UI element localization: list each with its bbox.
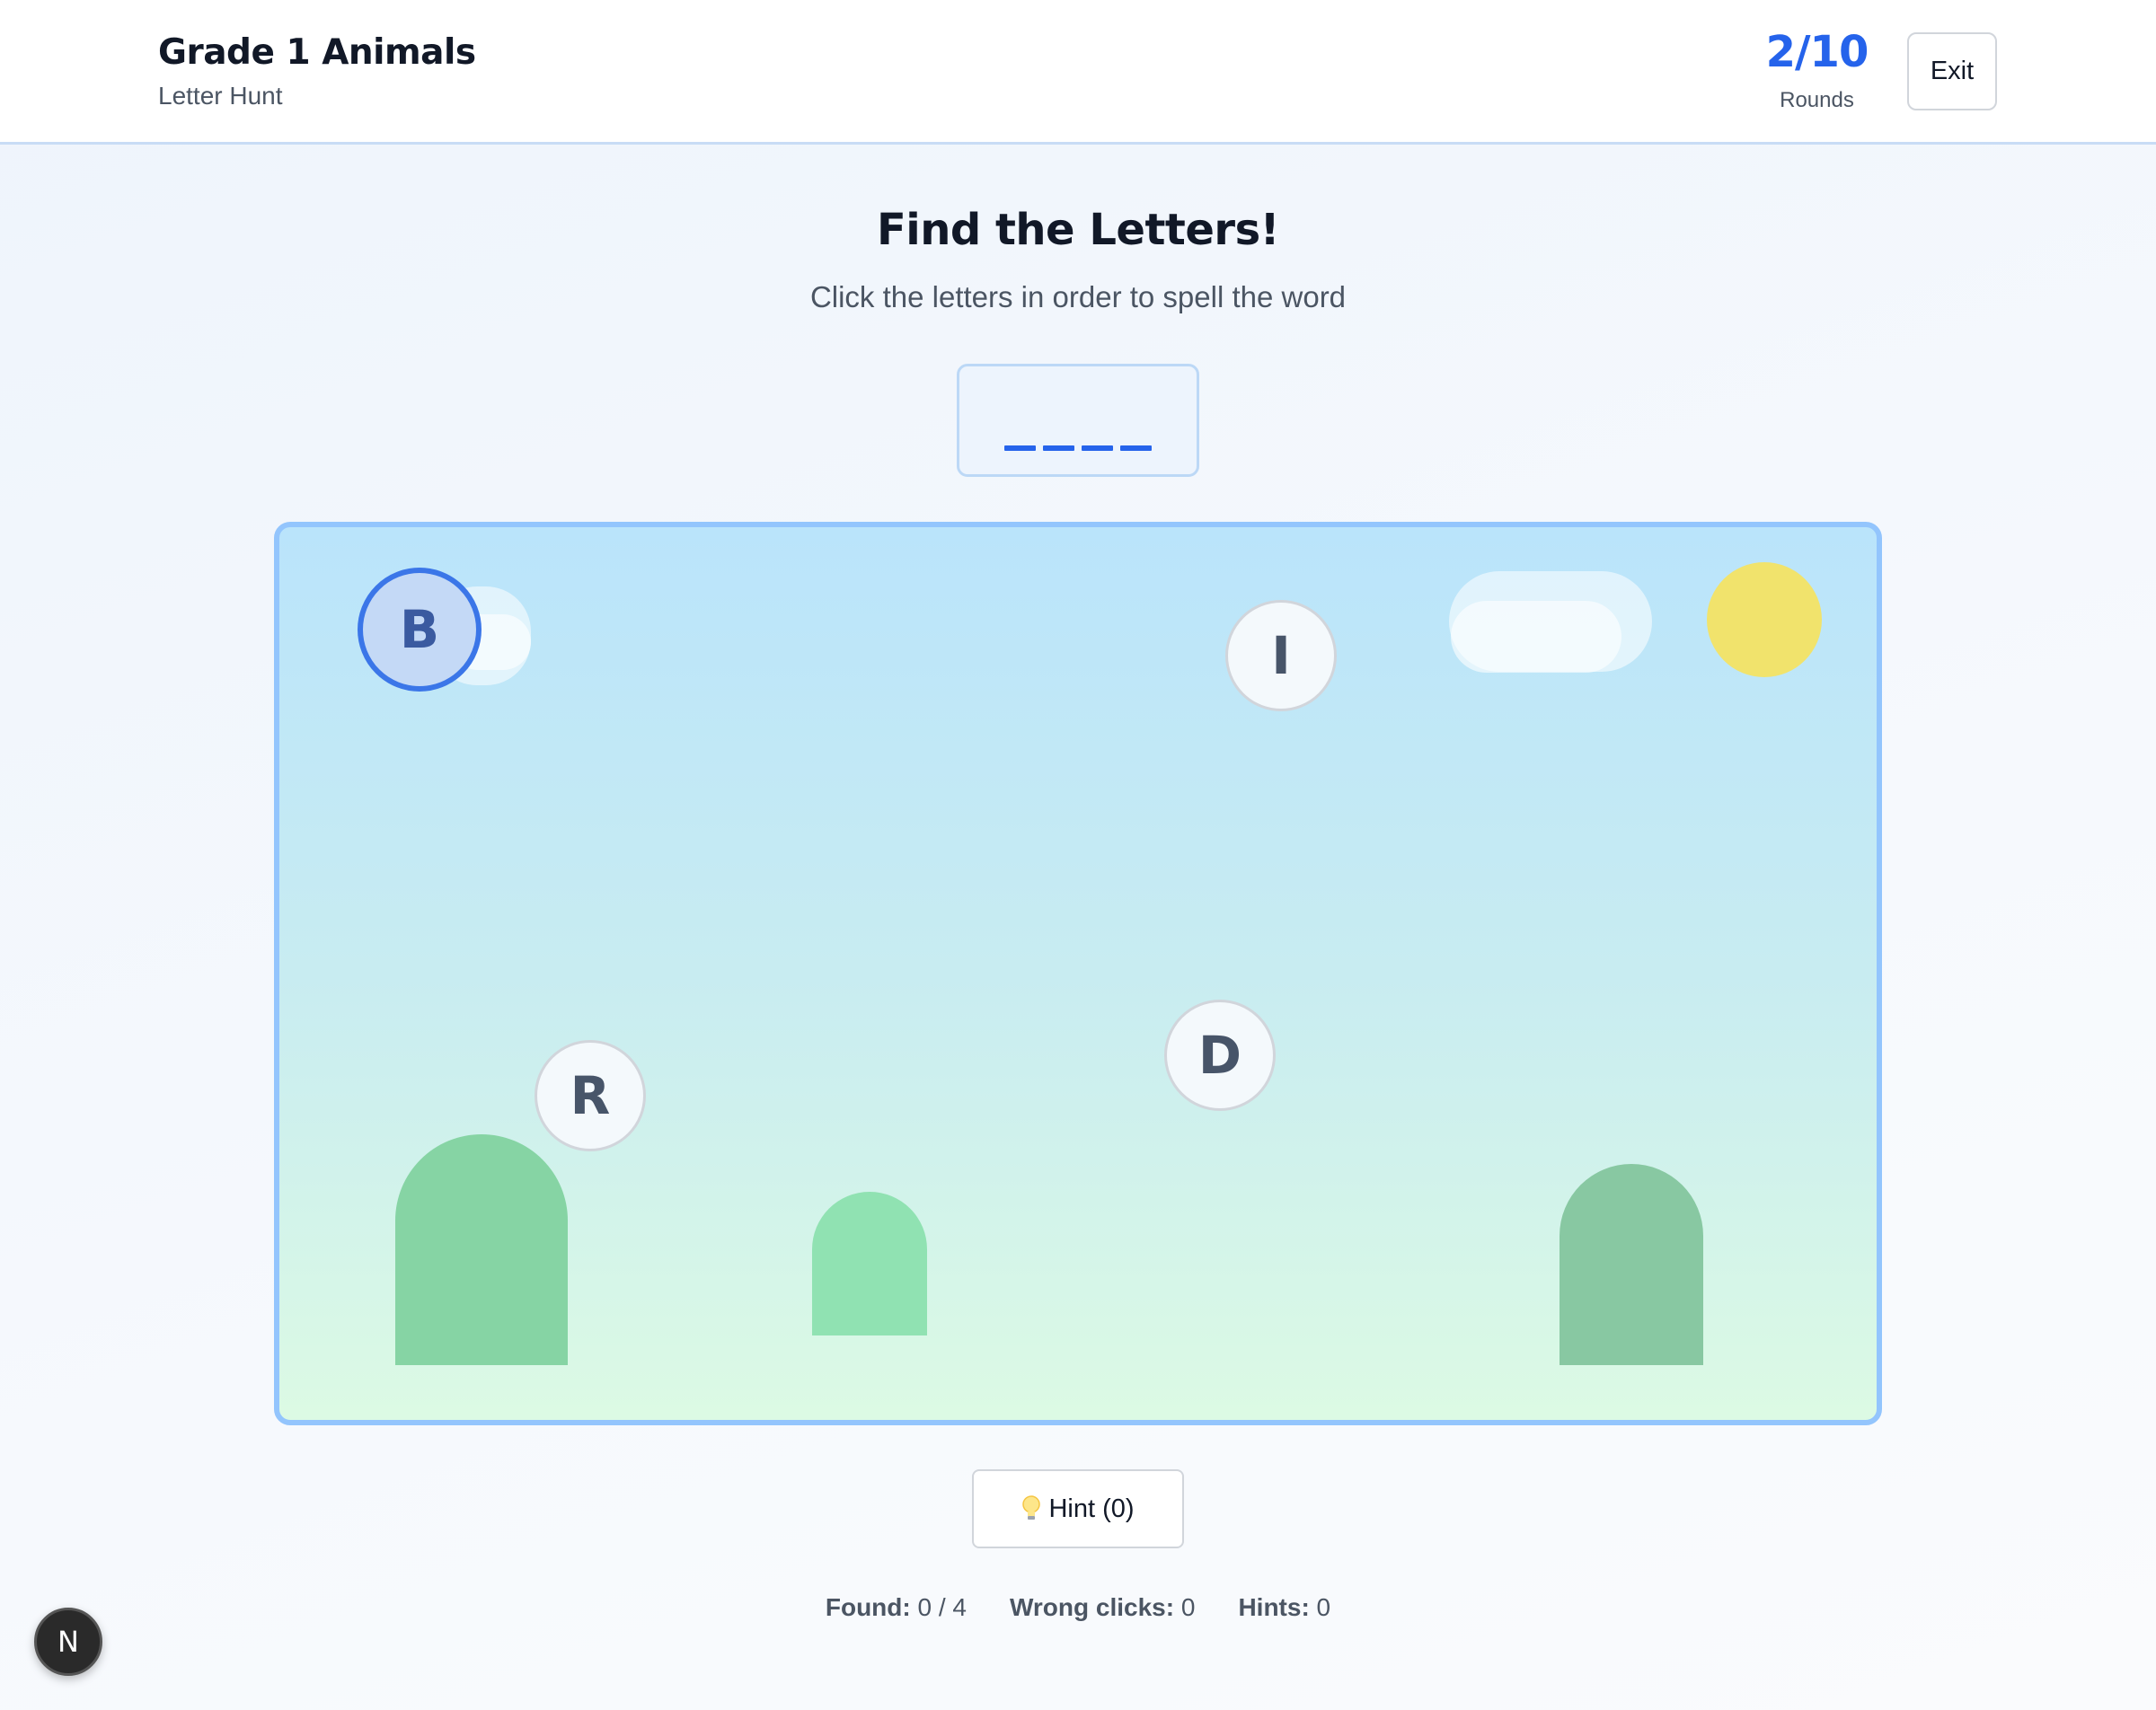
rounds-label: Rounds bbox=[1780, 88, 1854, 112]
wrong-clicks-stat: Wrong clicks: 0 bbox=[1010, 1593, 1195, 1622]
stats-bar: Found: 0 / 4 Wrong clicks: 0 Hints: 0 bbox=[0, 1593, 2156, 1622]
letter-slots bbox=[959, 366, 1197, 474]
letter-d[interactable]: D bbox=[1164, 1000, 1276, 1111]
bush-icon bbox=[1560, 1164, 1703, 1365]
app-title: Grade 1 Animals bbox=[158, 32, 476, 73]
hint-label: Hint (0) bbox=[1048, 1494, 1135, 1523]
game-scene: B I R D bbox=[274, 522, 1882, 1425]
game-instructions: Click the letters in order to spell the … bbox=[809, 280, 1347, 313]
letter-slot bbox=[1082, 445, 1113, 451]
wrong-clicks-value: 0 bbox=[1180, 1593, 1196, 1621]
rounds-counter: 2/10 bbox=[1765, 27, 1869, 77]
letter-r[interactable]: R bbox=[535, 1040, 646, 1151]
letter-b[interactable]: B bbox=[358, 568, 482, 692]
bush-icon bbox=[395, 1134, 568, 1365]
hints-value: 0 bbox=[1316, 1593, 1331, 1621]
cloud-icon bbox=[1451, 601, 1621, 673]
hints-label: Hints: bbox=[1238, 1593, 1310, 1621]
hints-stat: Hints: 0 bbox=[1238, 1593, 1330, 1622]
letter-slot bbox=[1004, 445, 1036, 451]
lightbulb-icon bbox=[1021, 1495, 1041, 1522]
letter-slot bbox=[1120, 445, 1152, 451]
bush-icon bbox=[812, 1192, 927, 1335]
dev-badge[interactable]: N bbox=[34, 1608, 102, 1676]
exit-button[interactable]: Exit bbox=[1907, 32, 1997, 110]
found-stat: Found: 0 / 4 bbox=[826, 1593, 967, 1622]
app-subtitle: Letter Hunt bbox=[158, 82, 283, 110]
found-label: Found: bbox=[825, 1593, 911, 1621]
game-title: Find the Letters! bbox=[876, 205, 1280, 255]
found-value: 0 / 4 bbox=[917, 1593, 967, 1621]
wrong-clicks-label: Wrong clicks: bbox=[1009, 1593, 1175, 1621]
top-bar: Grade 1 Animals Letter Hunt 2/10 Rounds … bbox=[0, 0, 2156, 145]
letter-slot bbox=[1043, 445, 1074, 451]
sun-icon bbox=[1707, 562, 1822, 677]
hint-button[interactable]: Hint (0) bbox=[972, 1469, 1184, 1548]
letter-i[interactable]: I bbox=[1225, 600, 1337, 711]
word-display bbox=[957, 364, 1199, 477]
